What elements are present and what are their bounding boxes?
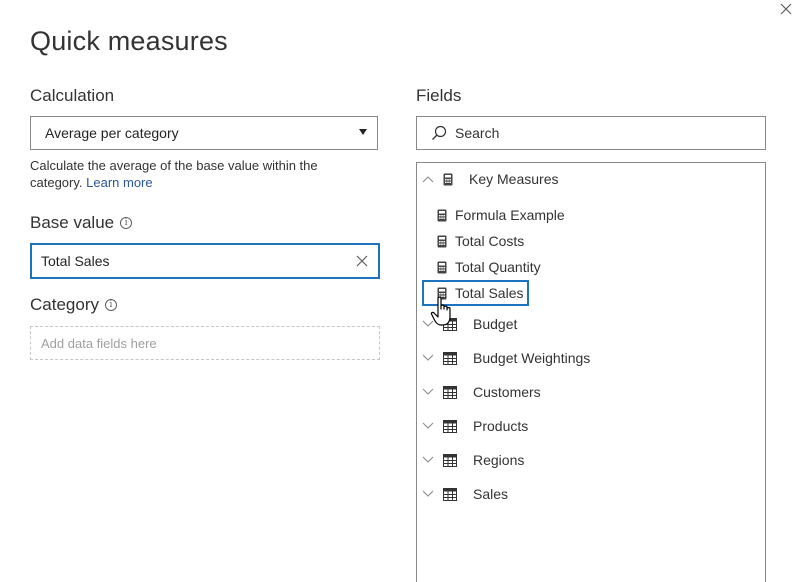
calculator-icon — [437, 235, 447, 247]
tree-item-label: Customers — [473, 384, 541, 400]
field-total-quantity[interactable]: Total Quantity — [437, 259, 541, 275]
chevron-up-icon[interactable] — [421, 172, 435, 186]
dialog-title: Quick measures — [30, 26, 228, 56]
fields-search-input[interactable]: Search — [416, 116, 766, 150]
tree-item-label: Regions — [473, 452, 525, 468]
chevron-down-icon[interactable] — [421, 317, 435, 331]
chevron-down-icon[interactable] — [421, 419, 435, 433]
calculation-description: Calculate the average of the base value … — [30, 157, 370, 191]
tree-item-label: Budget — [473, 316, 518, 332]
fields-pane — [416, 162, 766, 582]
close-icon — [780, 3, 792, 15]
fields-label: Fields — [416, 86, 462, 105]
table-icon — [443, 351, 457, 365]
base-value-label: Base value i — [30, 213, 133, 233]
table-icon — [443, 419, 457, 433]
tree-item-budget-weightings[interactable]: Budget Weightings — [421, 350, 590, 366]
field-total-sales[interactable]: Total Sales — [437, 285, 523, 301]
tree-item-label: Sales — [473, 486, 509, 502]
calculator-icon — [443, 173, 453, 185]
calculation-dropdown[interactable]: Average per category — [30, 116, 378, 150]
chevron-down-icon — [359, 129, 367, 135]
tree-item-budget[interactable]: Budget — [421, 316, 517, 332]
tree-item-regions[interactable]: Regions — [421, 452, 524, 468]
chevron-down-icon[interactable] — [421, 385, 435, 399]
tree-item-sales[interactable]: Sales — [421, 486, 508, 502]
tree-item-label: Key Measures — [469, 171, 559, 187]
category-label: Category i — [30, 295, 117, 315]
tree-item-products[interactable]: Products — [421, 418, 528, 434]
category-drop-zone[interactable]: Add data fields here — [30, 326, 380, 360]
learn-more-link[interactable]: Learn more — [86, 175, 152, 190]
description-text: Calculate the average of the base value … — [30, 158, 318, 190]
info-icon[interactable]: i — [104, 299, 117, 311]
field-formula-example[interactable]: Formula Example — [437, 207, 565, 223]
remove-field-icon[interactable] — [355, 254, 369, 268]
table-icon — [443, 385, 457, 399]
tree-item-key-measures[interactable]: Key Measures — [421, 171, 558, 187]
field-label: Formula Example — [455, 207, 565, 223]
search-placeholder: Search — [455, 125, 500, 141]
chevron-down-icon[interactable] — [421, 453, 435, 467]
tree-item-label: Products — [473, 418, 529, 434]
field-label: Total Quantity — [455, 259, 541, 275]
base-value-label-text: Base value — [30, 213, 115, 232]
table-icon — [443, 317, 457, 331]
field-label: Total Sales — [455, 285, 524, 301]
tree-item-label: Budget Weightings — [473, 350, 591, 366]
table-icon — [443, 453, 457, 467]
category-placeholder: Add data fields here — [41, 335, 157, 351]
base-value-field: Total Sales — [41, 253, 110, 269]
category-label-text: Category — [30, 295, 99, 314]
calculator-icon — [437, 287, 447, 299]
close-button[interactable] — [775, 0, 797, 18]
chevron-down-icon[interactable] — [421, 351, 435, 365]
info-icon[interactable]: i — [120, 217, 133, 229]
calculator-icon — [437, 261, 447, 273]
field-label: Total Costs — [455, 233, 525, 249]
field-total-costs[interactable]: Total Costs — [437, 233, 524, 249]
tree-item-customers[interactable]: Customers — [421, 384, 541, 400]
search-icon — [432, 125, 447, 140]
base-value-well[interactable]: Total Sales — [30, 243, 380, 279]
calculator-icon — [437, 209, 447, 221]
table-icon — [443, 487, 457, 501]
calculation-selected-value: Average per category — [45, 125, 179, 141]
calculation-label: Calculation — [30, 86, 115, 105]
chevron-down-icon[interactable] — [421, 487, 435, 501]
